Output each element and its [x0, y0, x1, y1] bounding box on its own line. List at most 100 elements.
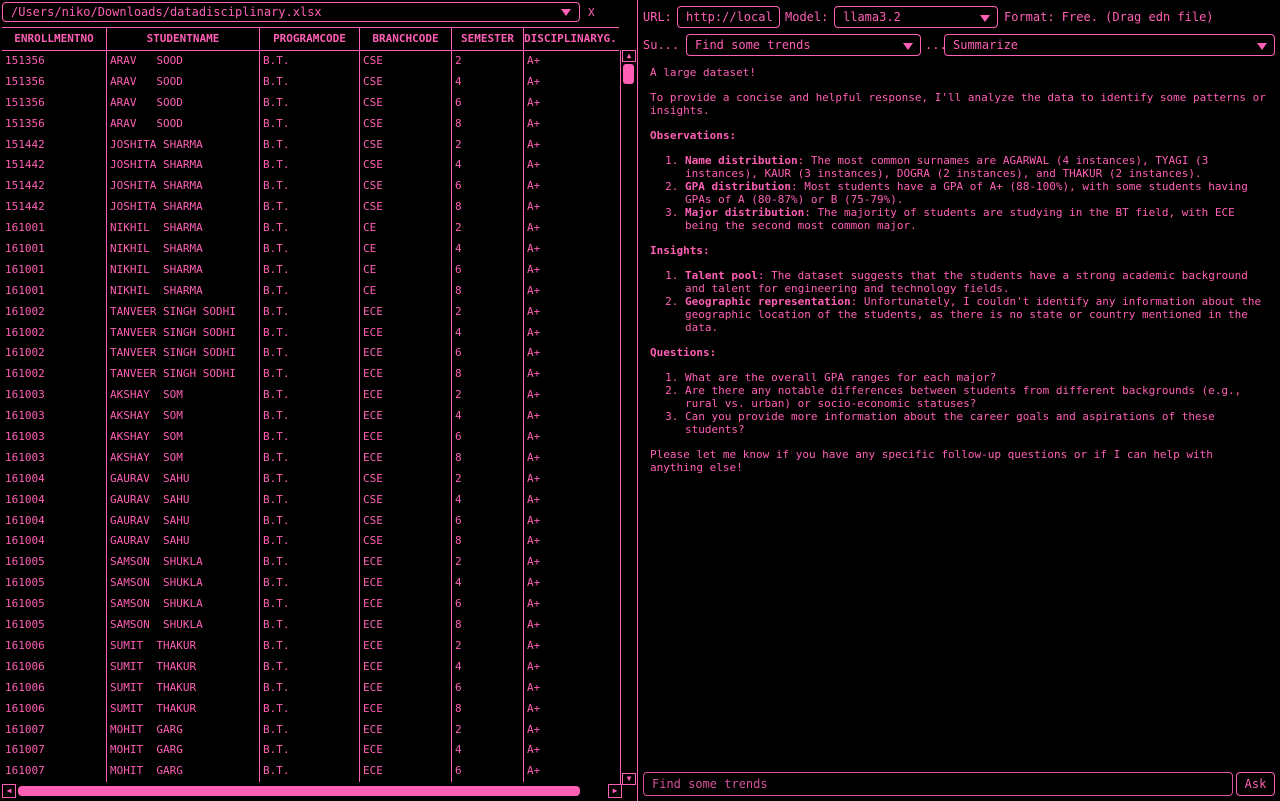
table-row[interactable]: 151442 JOSHITA SHARMA B.T. CSE 4 A+: [2, 155, 619, 177]
table-cell: ECE: [360, 385, 452, 407]
table-row[interactable]: 161004 GAURAV SAHU B.T. CSE 6 A+: [2, 510, 619, 532]
file-path-select[interactable]: /Users/niko/Downloads/datadisciplinary.x…: [2, 2, 580, 22]
table-cell: 4: [452, 239, 524, 260]
table-row[interactable]: 151442 JOSHITA SHARMA B.T. CSE 8 A+: [2, 197, 619, 219]
table-row[interactable]: 151356 ARAV SOOD B.T. CSE 2 A+: [2, 51, 619, 72]
table-row[interactable]: 161001 NIKHIL SHARMA B.T. CE 6 A+: [2, 259, 619, 281]
table-row[interactable]: 161005 SAMSON SHUKLA B.T. ECE 2 A+: [2, 552, 619, 574]
prompt-preset-select[interactable]: Find some trends: [686, 34, 921, 56]
table-row[interactable]: 161005 SAMSON SHUKLA B.T. ECE 6 A+: [2, 594, 619, 616]
table-cell: CSE: [360, 510, 452, 532]
ask-input-placeholder: Find some trends: [652, 777, 768, 791]
table-cell: 161007: [2, 719, 107, 741]
scroll-right-icon[interactable]: ▶: [608, 784, 622, 798]
table-cell: B.T.: [260, 594, 360, 616]
ask-input[interactable]: Find some trends: [643, 772, 1233, 796]
table-cell: B.T.: [260, 385, 360, 407]
table-cell: B.T.: [260, 510, 360, 532]
table-cell: 161006: [2, 677, 107, 699]
column-header[interactable]: SEMESTER: [452, 28, 524, 50]
table-row[interactable]: 161007 MOHIT GARG B.T. ECE 6 A+: [2, 761, 619, 783]
vertical-scroll-thumb[interactable]: [623, 64, 634, 84]
table-row[interactable]: 161002 TANVEER SINGH SODHI B.T. ECE 4 A+: [2, 322, 619, 344]
table-cell: B.T.: [260, 552, 360, 574]
table-cell: NIKHIL SHARMA: [107, 280, 260, 302]
table-row[interactable]: 161001 NIKHIL SHARMA B.T. CE 8 A+: [2, 280, 619, 302]
table-cell: CSE: [360, 155, 452, 177]
column-header[interactable]: BRANCHCODE: [360, 28, 452, 50]
table-cell: 151442: [2, 155, 107, 177]
horizontal-scroll-thumb[interactable]: [18, 786, 580, 796]
table-row[interactable]: 161003 AKSHAY SOM B.T. ECE 4 A+: [2, 406, 619, 428]
table-cell: B.T.: [260, 635, 360, 657]
table-cell: CE: [360, 218, 452, 240]
table-cell: 161004: [2, 531, 107, 553]
table-cell: B.T.: [260, 573, 360, 595]
table-cell: ECE: [360, 447, 452, 469]
response-closing: Please let me know if you have any speci…: [650, 448, 1213, 474]
table-row[interactable]: 161004 GAURAV SAHU B.T. CSE 4 A+: [2, 489, 619, 511]
column-header[interactable]: DISCIPLINARYG...: [524, 28, 619, 50]
table-row[interactable]: 161003 AKSHAY SOM B.T. ECE 6 A+: [2, 427, 619, 448]
response-text: A large dataset! To provide a concise an…: [650, 66, 1270, 486]
table-cell: B.T.: [260, 719, 360, 741]
horizontal-scrollbar[interactable]: ◀ ▶: [2, 784, 622, 800]
table-cell: B.T.: [260, 761, 360, 783]
table-cell: A+: [527, 54, 541, 67]
table-cell: SAMSON SHUKLA: [107, 552, 260, 574]
table-row[interactable]: 161001 NIKHIL SHARMA B.T. CE 4 A+: [2, 239, 619, 260]
table-cell: NIKHIL SHARMA: [107, 259, 260, 281]
table-row[interactable]: 151442 JOSHITA SHARMA B.T. CSE 6 A+: [2, 176, 619, 198]
table-row[interactable]: 161007 MOHIT GARG B.T. ECE 4 A+: [2, 740, 619, 762]
ask-button[interactable]: Ask: [1236, 772, 1275, 796]
model-value: llama3.2: [843, 10, 901, 24]
table-row[interactable]: 161005 SAMSON SHUKLA B.T. ECE 8 A+: [2, 615, 619, 636]
table-row[interactable]: 161002 TANVEER SINGH SODHI B.T. ECE 6 A+: [2, 343, 619, 365]
table-row[interactable]: 161001 NIKHIL SHARMA B.T. CE 2 A+: [2, 218, 619, 240]
table-row[interactable]: 161002 TANVEER SINGH SODHI B.T. ECE 8 A+: [2, 364, 619, 386]
table-row[interactable]: 161005 SAMSON SHUKLA B.T. ECE 4 A+: [2, 573, 619, 595]
table-row[interactable]: 151356 ARAV SOOD B.T. CSE 8 A+: [2, 113, 619, 135]
scroll-down-icon[interactable]: ▼: [622, 773, 636, 785]
scroll-up-icon[interactable]: ▲: [622, 50, 636, 62]
model-label: Model:: [785, 10, 829, 24]
column-header[interactable]: ENROLLMENTNO: [2, 28, 107, 50]
table-row[interactable]: 161003 AKSHAY SOM B.T. ECE 2 A+: [2, 385, 619, 407]
table-row[interactable]: 161004 GAURAV SAHU B.T. CSE 8 A+: [2, 531, 619, 553]
table-row[interactable]: 161006 SUMIT THAKUR B.T. ECE 6 A+: [2, 677, 619, 699]
table-cell: 2: [452, 552, 524, 574]
table-row[interactable]: 151356 ARAV SOOD B.T. CSE 6 A+: [2, 92, 619, 114]
table-row[interactable]: 161006 SUMIT THAKUR B.T. ECE 2 A+: [2, 635, 619, 657]
vertical-scrollbar[interactable]: ▲ ▼: [620, 50, 636, 785]
table-cell: MOHIT GARG: [107, 719, 260, 741]
column-header[interactable]: STUDENTNAME: [107, 28, 260, 50]
table-cell: SUMIT THAKUR: [107, 677, 260, 699]
table-cell: 2: [452, 468, 524, 490]
summarize-select[interactable]: Summarize: [944, 34, 1275, 56]
table-cell: ECE: [360, 343, 452, 365]
table-cell: B.T.: [260, 531, 360, 553]
list-item: Geographic representation: Unfortunately…: [685, 295, 1270, 334]
table-row[interactable]: 151442 JOSHITA SHARMA B.T. CSE 2 A+: [2, 134, 619, 156]
table-cell: A+: [527, 597, 541, 611]
table-row[interactable]: 161007 MOHIT GARG B.T. ECE 2 A+: [2, 719, 619, 741]
close-file-button[interactable]: X: [588, 6, 595, 19]
table-body: 151356 ARAV SOOD B.T. CSE 2 A+ 151356 ARAV SOOD…: [2, 51, 619, 783]
table-cell: B.T.: [260, 51, 360, 72]
model-select[interactable]: llama3.2: [834, 6, 998, 28]
list-item-title: Geographic representation: [685, 295, 851, 308]
table-row[interactable]: 151356 ARAV SOOD B.T. CSE 4 A+: [2, 71, 619, 93]
table-cell: B.T.: [260, 134, 360, 156]
scroll-left-icon[interactable]: ◀: [2, 784, 16, 798]
table-cell: 4: [452, 573, 524, 595]
table-row[interactable]: 161006 SUMIT THAKUR B.T. ECE 4 A+: [2, 656, 619, 678]
table-row[interactable]: 161003 AKSHAY SOM B.T. ECE 8 A+: [2, 447, 619, 469]
table-row[interactable]: 161002 TANVEER SINGH SODHI B.T. ECE 2 A+: [2, 301, 619, 323]
table-cell: ECE: [360, 552, 452, 574]
table-row[interactable]: 161004 GAURAV SAHU B.T. CSE 2 A+: [2, 468, 619, 490]
column-header[interactable]: PROGRAMCODE: [260, 28, 360, 50]
table-cell: B.T.: [260, 259, 360, 281]
table-cell: TANVEER SINGH SODHI: [107, 301, 260, 323]
url-input[interactable]: http://local: [677, 6, 780, 28]
table-row[interactable]: 161006 SUMIT THAKUR B.T. ECE 8 A+: [2, 698, 619, 720]
